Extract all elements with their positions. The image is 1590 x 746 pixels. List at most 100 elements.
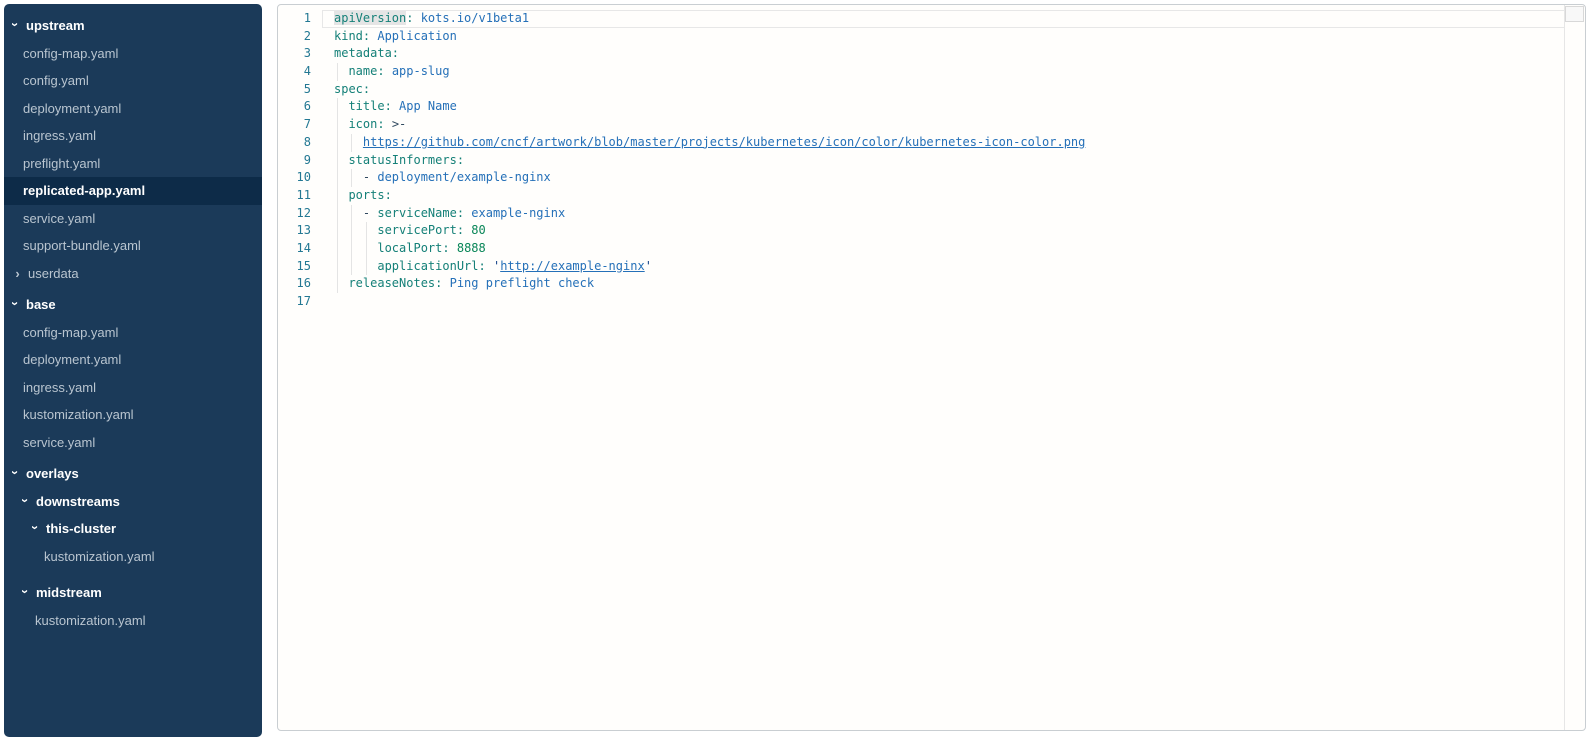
- line-number: 8: [278, 134, 322, 152]
- code-line[interactable]: 14 localPort: 8888: [278, 240, 1585, 258]
- code-content: releaseNotes: Ping preflight check: [322, 275, 1585, 293]
- code-token: -: [363, 206, 377, 220]
- chevron-down-icon: ›: [19, 497, 32, 504]
- code-line[interactable]: 10 - deployment/example-nginx: [278, 169, 1585, 187]
- code-line[interactable]: 7 icon: >-: [278, 116, 1585, 134]
- tree-item-label: support-bundle.yaml: [23, 238, 141, 253]
- tree-folder-base[interactable]: ›base: [4, 291, 262, 319]
- code-line[interactable]: 3 metadata:: [278, 45, 1585, 63]
- chevron-right-icon: ›: [14, 267, 21, 280]
- chevron-down-icon: ›: [9, 469, 22, 476]
- indent-guide: [366, 222, 367, 240]
- tree-file-replicated-app.yaml[interactable]: replicated-app.yaml: [4, 177, 262, 205]
- line-number: 16: [278, 275, 322, 293]
- code-content: - serviceName: example-nginx: [322, 205, 1585, 223]
- code-line[interactable]: 8 https://github.com/cncf/artwork/blob/m…: [278, 134, 1585, 152]
- code-content: applicationUrl: 'http://example-nginx': [322, 258, 1585, 276]
- indent-guide: [337, 275, 338, 293]
- indent-guide: [366, 240, 367, 258]
- code-line[interactable]: 1apiVersion: kots.io/v1beta1: [278, 10, 1585, 28]
- tree-file-ingress.yaml[interactable]: ingress.yaml: [4, 374, 262, 402]
- code-content: - deployment/example-nginx: [322, 169, 1585, 187]
- tree-file-preflight.yaml[interactable]: preflight.yaml: [4, 150, 262, 178]
- indent-guide: [351, 205, 352, 223]
- tree-folder-midstream[interactable]: ›midstream: [4, 579, 262, 607]
- tree-file-service.yaml[interactable]: service.yaml: [4, 429, 262, 457]
- code-content: title: App Name: [322, 98, 1585, 116]
- code-content: statusInformers:: [322, 152, 1585, 170]
- indent-guide: [366, 258, 367, 276]
- code-token: [334, 259, 377, 273]
- tree-folder-upstream[interactable]: ›upstream: [4, 12, 262, 40]
- code-line[interactable]: 11 ports:: [278, 187, 1585, 205]
- code-line[interactable]: 13 servicePort: 80: [278, 222, 1585, 240]
- code-content: metadata:: [322, 45, 1585, 63]
- tree-file-service.yaml[interactable]: service.yaml: [4, 205, 262, 233]
- tree-file-kustomization.yaml[interactable]: kustomization.yaml: [4, 401, 262, 429]
- code-content: ports:: [322, 187, 1585, 205]
- code-token: Application: [377, 29, 456, 43]
- tree-folder-overlays[interactable]: ›overlays: [4, 460, 262, 488]
- code-line[interactable]: 12 - serviceName: example-nginx: [278, 205, 1585, 223]
- tree-item-label: kustomization.yaml: [23, 407, 134, 422]
- code-line[interactable]: 9 statusInformers:: [278, 152, 1585, 170]
- tree-file-deployment.yaml[interactable]: deployment.yaml: [4, 346, 262, 374]
- code-line[interactable]: 2 kind: Application: [278, 28, 1585, 46]
- code-line[interactable]: 17: [278, 293, 1585, 311]
- tree-file-support-bundle.yaml[interactable]: support-bundle.yaml: [4, 232, 262, 260]
- code-token: [334, 135, 363, 149]
- indent-guide: [337, 187, 338, 205]
- line-number: 7: [278, 116, 322, 134]
- code-token: :: [406, 11, 420, 25]
- tree-item-label: kustomization.yaml: [35, 613, 146, 628]
- scrollbar-thumb[interactable]: [1565, 6, 1584, 22]
- highlighted-token: apiVersion: [334, 11, 406, 25]
- code-line[interactable]: 15 applicationUrl: 'http://example-nginx…: [278, 258, 1585, 276]
- tree-file-kustomization.yaml[interactable]: kustomization.yaml: [4, 607, 262, 635]
- line-number: 3: [278, 45, 322, 63]
- tree-item-label: preflight.yaml: [23, 156, 100, 171]
- tree-folder-downstreams[interactable]: › downstreams: [4, 488, 262, 516]
- code-line[interactable]: 5spec:: [278, 81, 1585, 99]
- line-number: 14: [278, 240, 322, 258]
- tree-file-config-map.yaml[interactable]: config-map.yaml: [4, 319, 262, 347]
- tree-item-label: userdata: [28, 266, 79, 281]
- line-number: 2: [278, 28, 322, 46]
- code-editor[interactable]: 1apiVersion: kots.io/v1beta12 kind: Appli…: [277, 4, 1586, 731]
- tree-file-deployment.yaml[interactable]: deployment.yaml: [4, 95, 262, 123]
- code-line[interactable]: 6 title: App Name: [278, 98, 1585, 116]
- line-number: 4: [278, 63, 322, 81]
- code-token: App Name: [399, 99, 457, 113]
- indent-guide: [337, 63, 338, 81]
- code-link[interactable]: https://github.com/cncf/artwork/blob/mas…: [363, 135, 1085, 149]
- tree-item-label: downstreams: [36, 494, 120, 509]
- tree-folder-userdata[interactable]: › userdata: [4, 260, 262, 288]
- code-token: servicePort:: [377, 223, 471, 237]
- tree-file-config.yaml[interactable]: config.yaml: [4, 67, 262, 95]
- indent-guide: [337, 169, 338, 187]
- tree-item-label: replicated-app.yaml: [23, 183, 145, 198]
- code-link[interactable]: http://example-nginx: [500, 259, 645, 273]
- code-token: metadata:: [334, 46, 399, 60]
- code-line[interactable]: 16 releaseNotes: Ping preflight check: [278, 275, 1585, 293]
- tree-item-label: upstream: [26, 18, 85, 33]
- indent-guide: [337, 258, 338, 276]
- line-number: 17: [278, 293, 322, 311]
- scrollbar-track: [1564, 5, 1565, 730]
- line-number: 12: [278, 205, 322, 223]
- indent-guide: [337, 240, 338, 258]
- tree-file-ingress.yaml[interactable]: ingress.yaml: [4, 122, 262, 150]
- code-token: kots.io/v1beta1: [421, 11, 529, 25]
- indent-guide: [351, 222, 352, 240]
- code-token: 8888: [457, 241, 486, 255]
- tree-folder-this-cluster[interactable]: ›this-cluster: [4, 515, 262, 543]
- code-content: localPort: 8888: [322, 240, 1585, 258]
- code-content: [322, 293, 1585, 311]
- code-token: [334, 170, 363, 184]
- tree-file-kustomization.yaml[interactable]: kustomization.yaml: [4, 543, 262, 571]
- code-content: https://github.com/cncf/artwork/blob/mas…: [322, 134, 1585, 152]
- code-token: kind:: [334, 29, 377, 43]
- tree-file-config-map.yaml[interactable]: config-map.yaml: [4, 40, 262, 68]
- code-token: [334, 223, 377, 237]
- code-line[interactable]: 4 name: app-slug: [278, 63, 1585, 81]
